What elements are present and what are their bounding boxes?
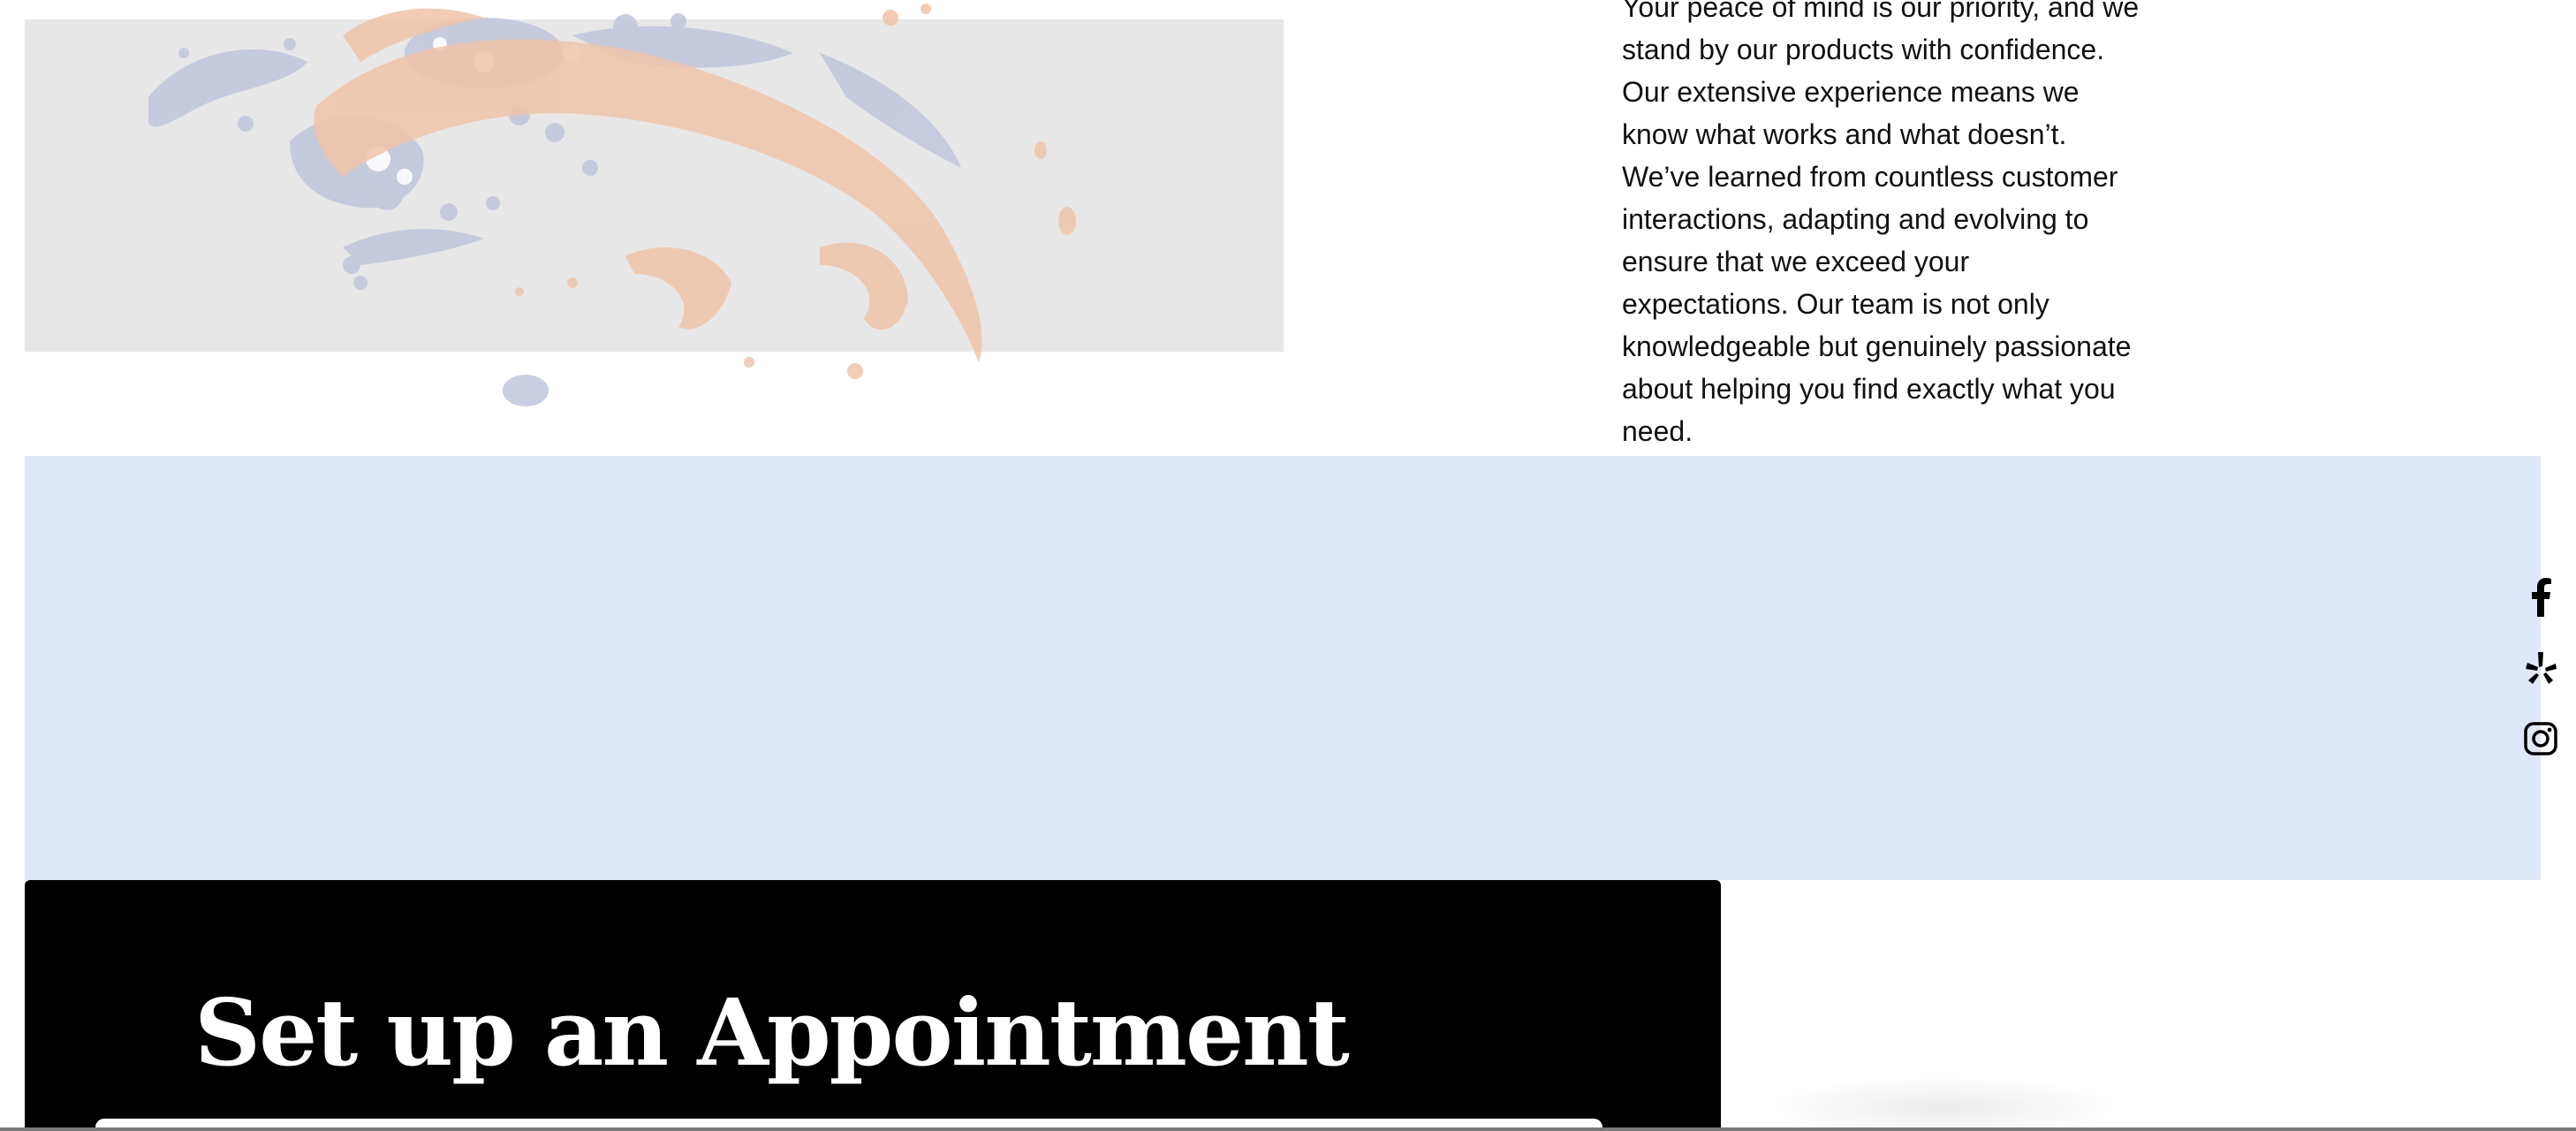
facebook-link[interactable] <box>2523 576 2558 619</box>
page: Your peace of mind is our priority, and … <box>0 0 2576 1131</box>
instagram-link[interactable] <box>2523 717 2558 760</box>
window-bottom-border <box>0 1127 2576 1131</box>
yelp-icon <box>2526 652 2557 684</box>
instagram-icon <box>2524 722 2557 755</box>
decorative-shadow <box>1767 1076 2120 1131</box>
about-paragraph: Your peace of mind is our priority, and … <box>1622 0 2140 447</box>
appointment-title: Set up an Appointment <box>194 978 1350 1087</box>
appointment-card: Set up an Appointment <box>25 880 1721 1131</box>
blue-section-band <box>25 456 2541 880</box>
facebook-icon <box>2532 578 2551 617</box>
yelp-link[interactable] <box>2523 647 2558 689</box>
paint-splash-graphic <box>148 4 1076 406</box>
paint-splash-image <box>25 0 1284 442</box>
